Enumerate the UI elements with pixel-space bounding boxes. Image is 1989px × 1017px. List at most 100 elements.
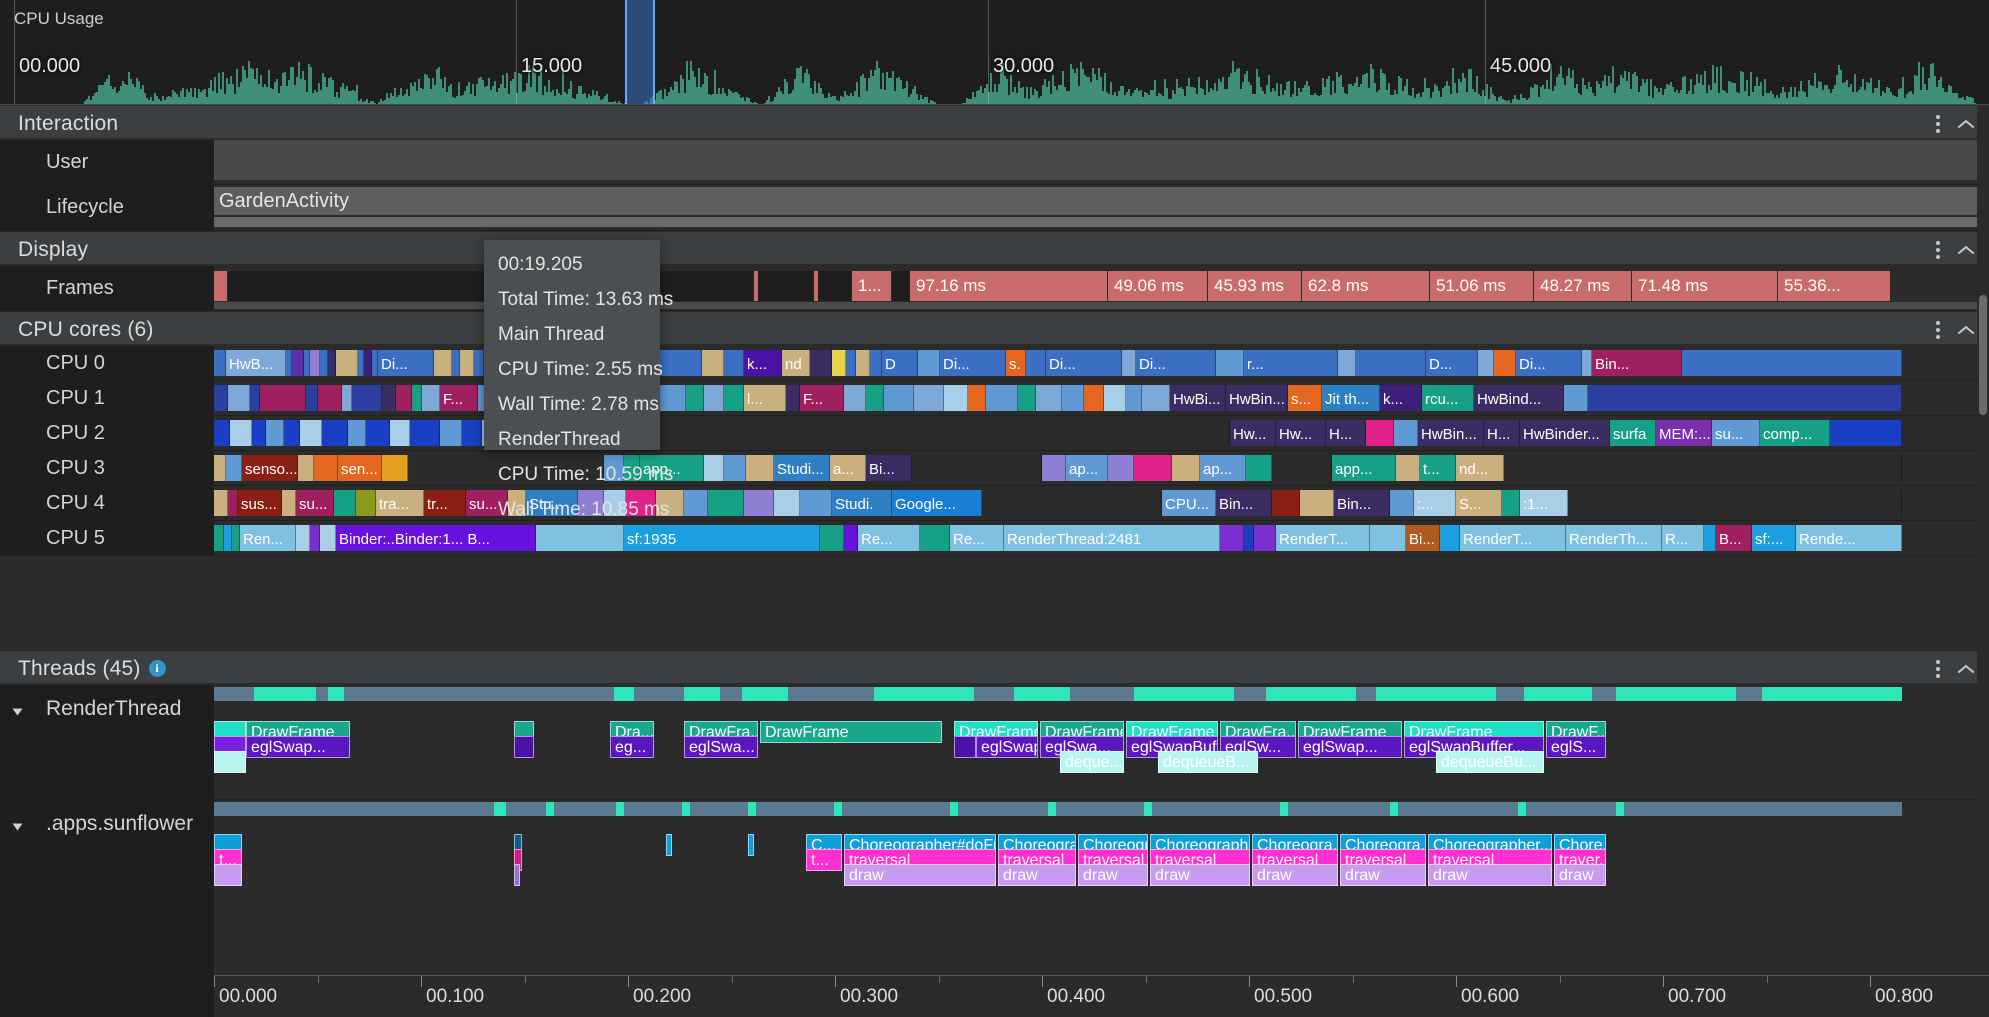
cpu-slice[interactable] — [452, 350, 460, 376]
cpu-slice[interactable]: sf:1935 — [624, 525, 820, 551]
track-body-cpu-4[interactable]: sus... su... tra... tr... su... Stu... Studi. G… — [214, 486, 1989, 520]
cpu-slice[interactable] — [382, 455, 408, 481]
cpu-slice[interactable] — [422, 385, 440, 411]
track-body-cpu-5[interactable]: Ren... Binder:..Binder:1... B... sf:1935 Re… — [214, 521, 1989, 555]
cpu-slice[interactable] — [1502, 490, 1520, 516]
cpu-slice[interactable] — [702, 350, 724, 376]
cpu-slice[interactable] — [306, 385, 318, 411]
cpu-slice[interactable]: app... — [1332, 455, 1396, 481]
cpu-slice[interactable] — [914, 385, 944, 411]
cpu-slice[interactable]: D — [882, 350, 918, 376]
cpu-slice[interactable] — [982, 490, 1162, 516]
cpu-slice[interactable] — [1018, 385, 1036, 411]
cpu-slice[interactable]: RenderTh... — [1566, 525, 1662, 551]
cpu-slice[interactable] — [724, 350, 744, 376]
cpu-slice[interactable] — [434, 350, 452, 376]
more-options-icon[interactable] — [1936, 112, 1941, 135]
cpu-slice[interactable] — [342, 385, 352, 411]
cpu-slice[interactable]: r... — [1244, 350, 1338, 376]
trace-slice[interactable]: dequeueB... — [1158, 751, 1258, 773]
frames-list[interactable]: 1... 97.16 ms 49.06 ms 45.93 ms 62.8 ms 51.06… — [214, 271, 1989, 301]
cpu-slice[interactable] — [1396, 455, 1420, 481]
track-label-thread-1[interactable]: .apps.sunflower — [0, 800, 214, 976]
cpu-usage-track[interactable]: CPU Usage 00.000 15.000 30.000 45.000 — [0, 0, 1989, 105]
cpu-slice[interactable] — [774, 490, 800, 516]
more-options-icon[interactable] — [1936, 657, 1941, 680]
group-header-threads[interactable]: Threads (45) i — [0, 650, 1989, 684]
cpu-slice[interactable] — [968, 385, 986, 411]
cpu-slice[interactable]: senso... — [242, 455, 298, 481]
frame-block[interactable]: 49.06 ms — [1108, 271, 1208, 301]
chevron-up-icon[interactable] — [1957, 323, 1975, 335]
cpu-slice[interactable]: Rende... — [1796, 525, 1902, 551]
cpu-slice[interactable]: ap... — [1066, 455, 1108, 481]
cpu-slice[interactable] — [820, 525, 844, 551]
cpu-slice[interactable] — [296, 525, 310, 551]
cpu-slice[interactable]: Jit th... — [1322, 385, 1380, 411]
trace-slice[interactable]: dequeueBu... — [1436, 751, 1544, 773]
cpu-slice[interactable]: H... — [1326, 420, 1366, 446]
cpu-slice[interactable] — [1216, 350, 1244, 376]
cpu-slice[interactable] — [1246, 455, 1272, 481]
cpu-slice[interactable] — [1682, 350, 1902, 376]
cpu-slice[interactable]: Di... — [378, 350, 434, 376]
cpu-slice[interactable] — [986, 385, 1018, 411]
cpu-slice[interactable] — [920, 525, 950, 551]
cpu-slice[interactable]: comp... — [1760, 420, 1830, 446]
cpu-slice[interactable]: Re... — [858, 525, 920, 551]
cpu-slice[interactable] — [334, 490, 356, 516]
cpu-slice[interactable] — [704, 385, 724, 411]
cpu-slice[interactable] — [214, 525, 224, 551]
scrollbar-thumb[interactable] — [1979, 295, 1987, 415]
cpu-slice[interactable] — [1062, 385, 1084, 411]
cpu-slice[interactable]: Di... — [1516, 350, 1582, 376]
cpu-slice[interactable] — [250, 385, 260, 411]
cpu-slice[interactable] — [1356, 350, 1426, 376]
cpu-slice[interactable] — [300, 420, 322, 446]
cpu-slice[interactable] — [226, 455, 242, 481]
cpu-slice[interactable] — [658, 350, 702, 376]
cpu-slice[interactable] — [1440, 525, 1460, 551]
track-body-user[interactable] — [214, 140, 1989, 184]
frame-block[interactable]: 71.48 ms — [1632, 271, 1778, 301]
track-body-cpu-3[interactable]: senso... sen... app... Studi... a... Bi... ap.… — [214, 451, 1989, 485]
track-lifecycle[interactable]: Lifecycle GardenActivity — [0, 185, 1989, 231]
cpu-slice[interactable]: Binder:..Binder:1... B... — [336, 525, 536, 551]
cpu-slice[interactable] — [1370, 525, 1406, 551]
cpu-slice[interactable] — [224, 525, 232, 551]
cpu-slice[interactable]: Di... — [1046, 350, 1122, 376]
trace-slice[interactable]: draw — [1252, 864, 1338, 886]
cpu-slice[interactable]: sen... — [338, 455, 382, 481]
cpu-slice[interactable] — [228, 385, 250, 411]
vertical-scrollbar[interactable] — [1977, 105, 1989, 975]
cpu-slice[interactable] — [1504, 455, 1902, 481]
cpu-slice[interactable] — [1300, 490, 1334, 516]
cpu-slice[interactable] — [1142, 385, 1170, 411]
cpu-slice[interactable] — [282, 490, 296, 516]
frame-block[interactable]: 48.27 ms — [1534, 271, 1632, 301]
cpu-slice[interactable] — [230, 420, 252, 446]
frame-block[interactable]: 51.06 ms — [1430, 271, 1534, 301]
cpu-slice[interactable]: Bin... — [1334, 490, 1390, 516]
cpu-slice[interactable]: sf:... — [1752, 525, 1796, 551]
cpu-slice[interactable]: surfa — [1610, 420, 1656, 446]
track-cpu-1[interactable]: CPU 1 F... l... F... HwBi... HwBin... s... Jit … — [0, 381, 1989, 416]
cpu-slice[interactable] — [1036, 385, 1062, 411]
cpu-slice[interactable]: sus... — [238, 490, 282, 516]
more-options-icon[interactable] — [1936, 318, 1941, 341]
cpu-slice[interactable] — [1564, 385, 1588, 411]
cpu-slice[interactable] — [1272, 455, 1332, 481]
cpu-slice[interactable] — [1830, 420, 1902, 446]
cpu-slice[interactable] — [1254, 525, 1276, 551]
cpu-slice[interactable]: Google... — [892, 490, 982, 516]
cpu-slice[interactable] — [1122, 350, 1136, 376]
track-cpu-3[interactable]: CPU 3 senso... sen... app... Studi... a... Bi.… — [0, 451, 1989, 486]
cpu-slice[interactable]: Bin... — [1216, 490, 1272, 516]
cpu-slice[interactable] — [336, 350, 358, 376]
trace-slice[interactable]: draw — [1340, 864, 1426, 886]
cpu-slice[interactable] — [870, 350, 882, 376]
cpu-slice[interactable]: Bin... — [1592, 350, 1682, 376]
cpu-slice[interactable] — [844, 525, 858, 551]
cpu-slice[interactable] — [686, 385, 704, 411]
cpu-slice[interactable]: k... — [744, 350, 782, 376]
